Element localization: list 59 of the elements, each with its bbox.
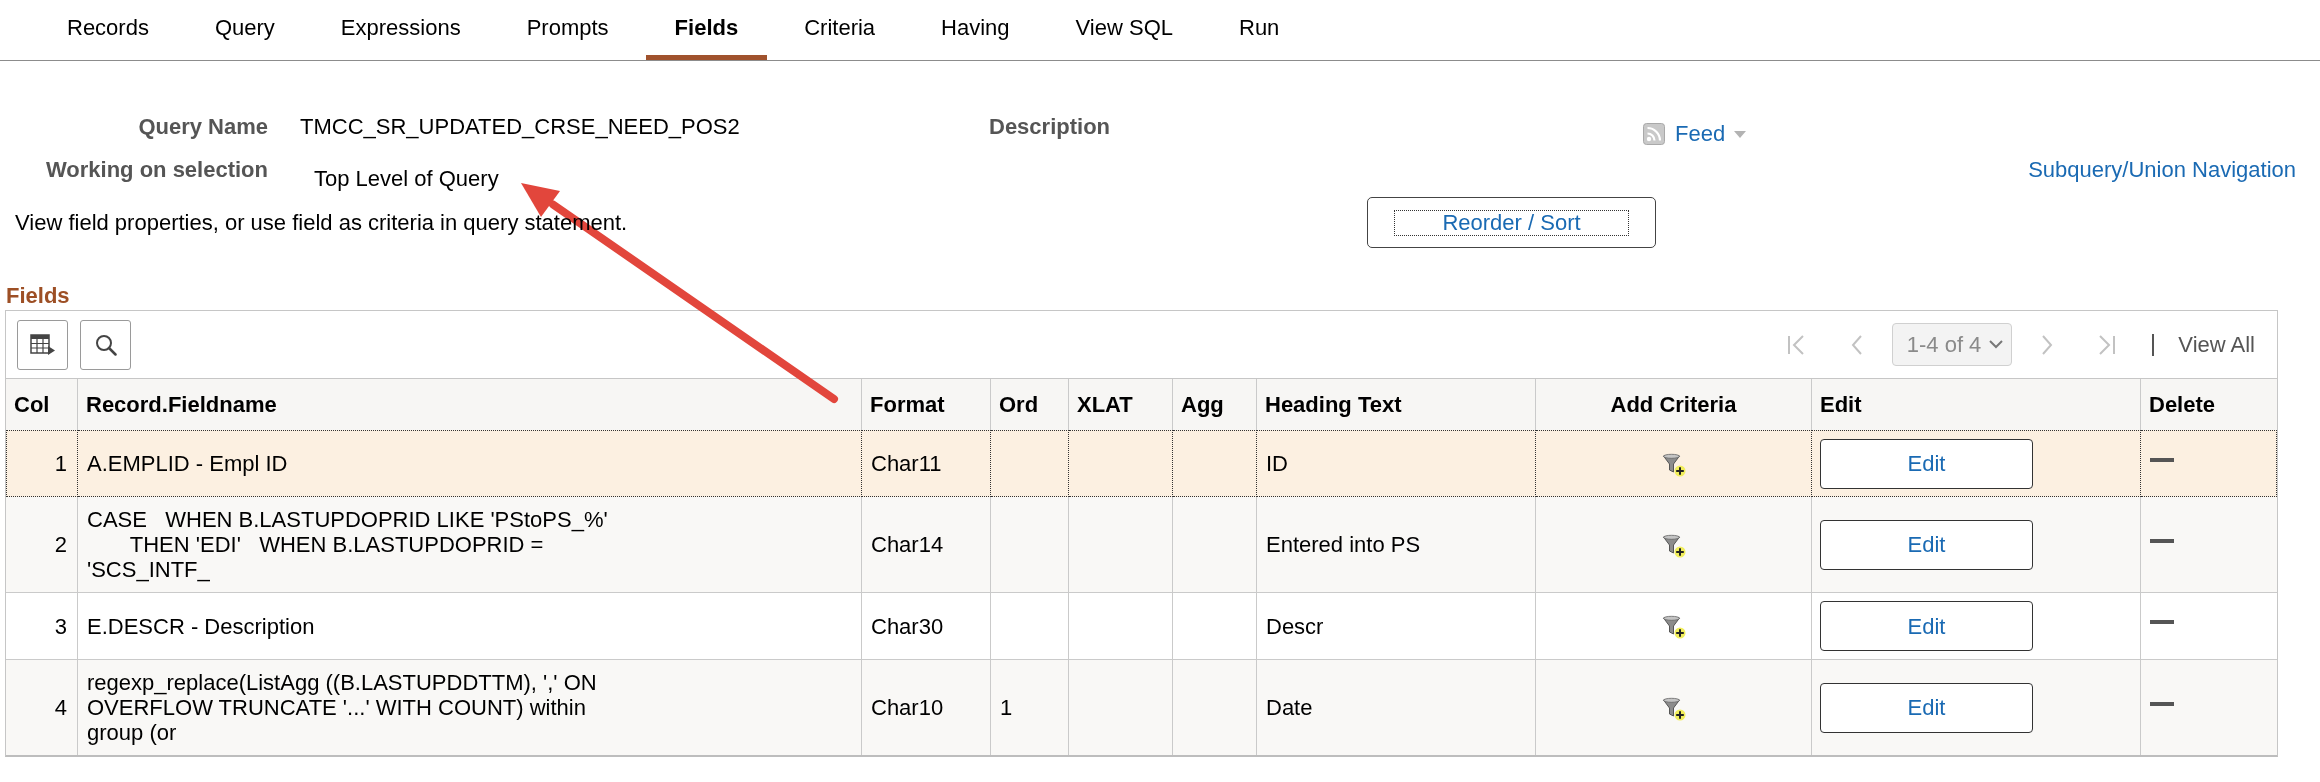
- selection-value: Top Level of Query: [314, 166, 499, 192]
- table-cell: regexp_replace(ListAgg ((B.LASTUPDDTTM), ',' ON OVERFLOW TRUNCATE '...' WITH COUNT) within group (or: [78, 659, 862, 755]
- tab[interactable]: View SQL: [1046, 0, 1202, 60]
- subquery-navigation-link[interactable]: Subquery/Union Navigation: [2028, 152, 2296, 188]
- tab[interactable]: Prompts: [497, 0, 638, 60]
- grid-options-button[interactable]: [17, 319, 68, 370]
- minus-icon[interactable]: [2150, 538, 2174, 543]
- edit-button[interactable]: Edit: [1820, 601, 2033, 651]
- search-button[interactable]: [80, 319, 131, 370]
- tab[interactable]: Fields: [645, 0, 768, 60]
- minus-icon[interactable]: [2150, 701, 2174, 706]
- column-header: Col: [6, 379, 78, 430]
- tab[interactable]: Query: [185, 0, 304, 60]
- tab[interactable]: Records: [38, 0, 178, 60]
- table-cell: 1: [991, 659, 1069, 755]
- table-arrow-icon: [29, 333, 56, 356]
- edit-button[interactable]: Edit: [1820, 519, 2033, 570]
- table-cell: Descr: [1257, 592, 1536, 659]
- query-name-label: Query Name: [137, 113, 268, 141]
- table-cell: 2: [6, 497, 78, 592]
- table-cell: Char30: [862, 592, 991, 659]
- description-label: Description: [989, 113, 1112, 141]
- table-cell: Date: [1257, 659, 1536, 755]
- table-cell: Char10: [862, 659, 991, 755]
- tab[interactable]: Run: [1210, 0, 1309, 60]
- reorder-sort-button[interactable]: Reorder / Sort: [1367, 197, 1656, 248]
- section-title: Fields: [5, 283, 71, 309]
- column-header: Record.Fieldname: [78, 379, 862, 430]
- table-cell: 4: [6, 659, 78, 755]
- tab[interactable]: Having: [912, 0, 1039, 60]
- column-header: Delete: [2141, 379, 2277, 430]
- rss-icon: [1643, 123, 1665, 145]
- column-header: Format: [862, 379, 991, 430]
- funnel-plus-icon[interactable]: [1661, 615, 1686, 640]
- funnel-plus-icon[interactable]: [1661, 696, 1686, 721]
- column-header: Agg: [1173, 379, 1257, 430]
- column-header: Ord: [991, 379, 1069, 430]
- table-cell: E.DESCR - Description: [78, 592, 862, 659]
- feed-link[interactable]: Feed: [1675, 121, 1726, 147]
- edit-button[interactable]: Edit: [1820, 438, 2033, 489]
- selection-label: Working on selection: [44, 156, 268, 184]
- funnel-plus-icon[interactable]: [1661, 533, 1686, 558]
- table-cell: 3: [6, 592, 78, 659]
- column-header: Add Criteria: [1536, 379, 1812, 430]
- column-header: Heading Text: [1257, 379, 1536, 430]
- funnel-plus-icon[interactable]: [1661, 452, 1686, 477]
- view-all-link[interactable]: View All: [2178, 331, 2255, 358]
- column-header: Edit: [1812, 379, 2141, 430]
- edit-button[interactable]: Edit: [1820, 682, 2033, 733]
- table-cell: Entered into PS: [1257, 497, 1536, 592]
- tab[interactable]: Expressions: [311, 0, 490, 60]
- column-header: XLAT: [1069, 379, 1173, 430]
- search-icon: [94, 333, 117, 356]
- query-name-value: TMCC_SR_UPDATED_CRSE_NEED_POS2: [300, 113, 741, 141]
- tab[interactable]: Criteria: [775, 0, 905, 60]
- table-cell: CASE WHEN B.LASTUPDOPRID LIKE 'PStoPS_%' THEN 'EDI' WHEN B.LASTUPDOPRID = 'SCS_INTF_: [78, 497, 862, 592]
- table-cell: Char14: [862, 497, 991, 592]
- chevron-icon: [1989, 340, 2004, 349]
- minus-icon[interactable]: [2150, 457, 2174, 462]
